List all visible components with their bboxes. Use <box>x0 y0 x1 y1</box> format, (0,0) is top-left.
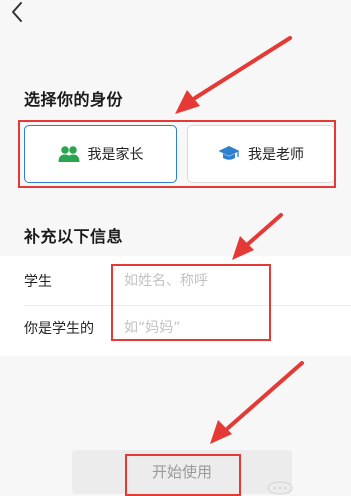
relation-input[interactable] <box>124 318 334 338</box>
graduation-cap-icon <box>218 146 240 160</box>
student-name-input[interactable] <box>124 271 334 291</box>
relation-field-label: 你是学生的 <box>24 321 94 337</box>
chat-bubble-icon <box>267 481 293 495</box>
parent-role-option[interactable]: 我是家长 <box>24 125 177 183</box>
teacher-role-label: 我是老师 <box>248 147 304 163</box>
student-field-label: 学生 <box>24 274 52 290</box>
form-divider <box>24 305 351 306</box>
info-section-title: 补充以下信息 <box>24 227 124 246</box>
parents-icon <box>58 146 79 162</box>
annotation-arrows <box>175 36 304 444</box>
chevron-left-icon[interactable] <box>6 0 30 28</box>
teacher-role-option[interactable]: 我是老师 <box>187 125 335 183</box>
parent-role-label: 我是家长 <box>87 147 144 163</box>
identity-section-title: 选择你的身份 <box>24 90 124 109</box>
start-button[interactable]: 开始使用 <box>72 450 292 494</box>
top-bar <box>0 0 351 34</box>
